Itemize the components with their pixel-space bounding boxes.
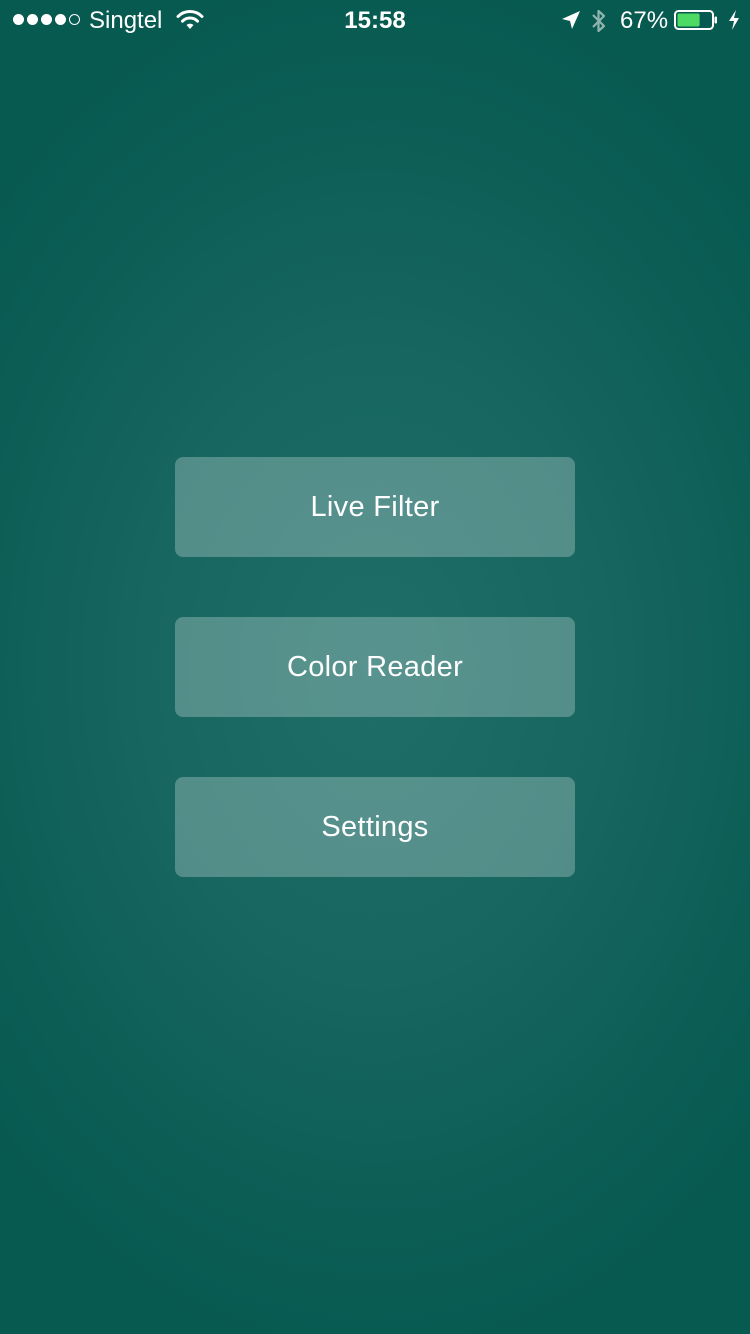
- main-menu: Live Filter Color Reader Settings: [175, 457, 575, 937]
- settings-label: Settings: [321, 810, 429, 843]
- bluetooth-icon: [592, 9, 606, 33]
- location-arrow-icon: [562, 11, 580, 29]
- color-reader-button[interactable]: Color Reader: [175, 617, 575, 717]
- live-filter-button[interactable]: Live Filter: [175, 457, 575, 557]
- settings-button[interactable]: Settings: [175, 777, 575, 877]
- battery-icon: [674, 10, 717, 30]
- charging-bolt-icon: [729, 10, 739, 30]
- color-reader-label: Color Reader: [286, 650, 464, 683]
- live-filter-label: Live Filter: [310, 490, 440, 523]
- status-bar: Singtel 15:58 67%: [0, 0, 750, 40]
- battery-percentage: 67%: [620, 7, 669, 34]
